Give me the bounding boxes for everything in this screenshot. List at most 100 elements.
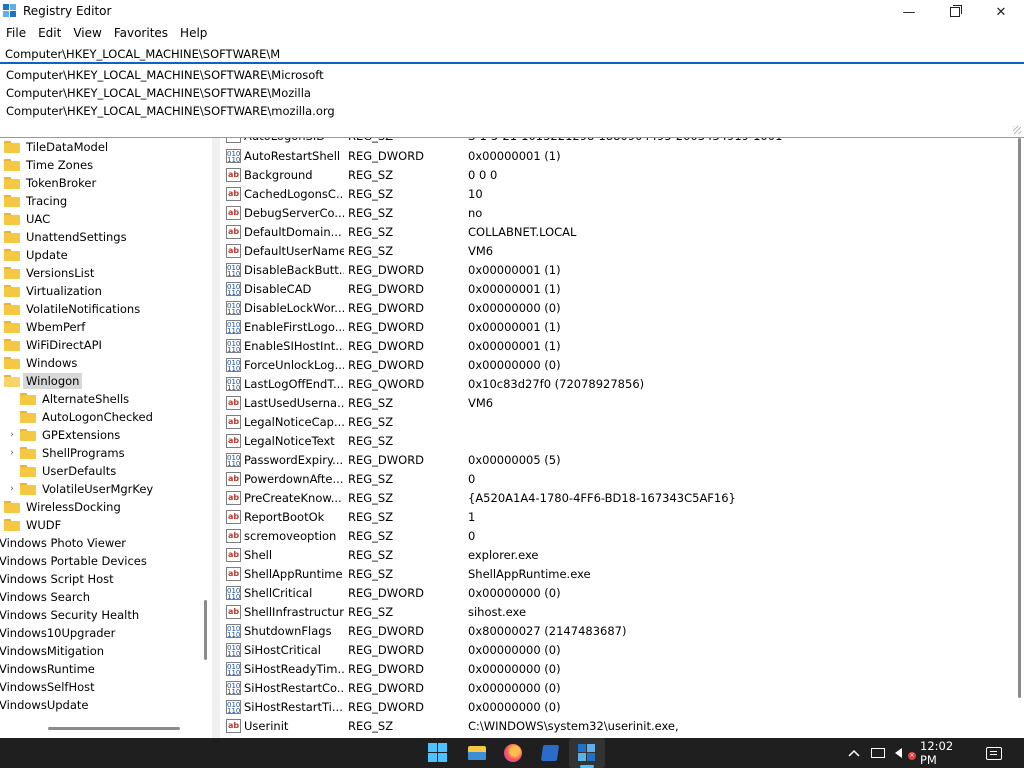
tree-item[interactable]: WiFiDirectAPI	[4, 336, 105, 354]
value-row[interactable]: abAutoLogonSID REG_SZ S-1-5-21-1013221298-…	[220, 138, 1010, 146]
value-row[interactable]: ab LastUsedUserna... REG_SZ VM6	[220, 394, 1010, 413]
menu-favorites[interactable]: Favorites	[108, 24, 174, 42]
binary-value-icon: 010 110	[226, 643, 241, 657]
registry-editor-taskbar-icon[interactable]	[577, 743, 597, 763]
tree-item[interactable]: › ShellPrograms	[8, 444, 128, 462]
value-row[interactable]: ab LegalNoticeCap... REG_SZ	[220, 413, 1010, 432]
menu-help[interactable]: Help	[174, 24, 213, 42]
value-row[interactable]: 010 110 SiHostRestartCo... REG_DWORD 0x0000…	[220, 679, 1010, 698]
tree-horizontal-scrollbar[interactable]	[48, 727, 180, 730]
value-row[interactable]: 010 110 AutoRestartShell REG_DWORD 0x000000…	[220, 147, 1010, 166]
tree-item[interactable]: VolatileNotifications	[4, 300, 143, 318]
tree-item[interactable]: VindowsMitigation	[0, 642, 107, 660]
tree-item[interactable]: UserDefaults	[8, 462, 119, 480]
firefox-icon[interactable]	[503, 743, 523, 763]
value-row[interactable]: ab DebugServerCo... REG_SZ no	[220, 204, 1010, 223]
value-row[interactable]: ab DefaultUserName REG_SZ VM6	[220, 242, 1010, 261]
menu-edit[interactable]: Edit	[32, 24, 67, 42]
value-row[interactable]: ab DefaultDomain... REG_SZ COLLABNET.LOCAL	[220, 223, 1010, 242]
value-row[interactable]: ab Userinit REG_SZ C:\WINDOWS\system32\user…	[220, 717, 1010, 736]
tree-item[interactable]: TileDataModel	[4, 138, 111, 156]
value-data: 0x00000001 (1)	[468, 339, 561, 353]
tree-item[interactable]: AutoLogonChecked	[8, 408, 156, 426]
value-row[interactable]: ab Shell REG_SZ explorer.exe	[220, 546, 1010, 565]
taskbar-clock[interactable]: 12:02 PM	[920, 738, 972, 768]
value-row[interactable]: 010 110 PasswordExpiry... REG_DWORD 0x00000…	[220, 451, 1010, 470]
powershell-icon[interactable]	[540, 743, 560, 763]
tree-item[interactable]: Vindows Portable Devices	[0, 552, 150, 570]
value-type: REG_DWORD	[348, 662, 425, 676]
menu-file[interactable]: File	[0, 24, 32, 42]
address-bar	[0, 43, 1024, 64]
value-row[interactable]: 010 110 DisableCAD REG_DWORD 0x00000001 (1)	[220, 280, 1010, 299]
value-row[interactable]: 010 110 EnableSIHostInt... REG_DWORD 0x0000…	[220, 337, 1010, 356]
expand-chevron-icon[interactable]: ›	[8, 430, 16, 440]
value-row[interactable]: ab Background REG_SZ 0 0 0	[220, 166, 1010, 185]
tree-item[interactable]: Vindows Security Health	[0, 606, 142, 624]
value-row[interactable]: ab ShellInfrastructure REG_SZ sihost.exe	[220, 603, 1010, 622]
expand-chevron-icon[interactable]: ›	[8, 448, 16, 458]
tree-item[interactable]: WbemPerf	[4, 318, 88, 336]
tree-item[interactable]: Vindows10Upgrader	[0, 624, 118, 642]
menu-view[interactable]: View	[67, 24, 107, 42]
tree-item[interactable]: VindowsUpdate	[0, 696, 91, 714]
tree-item[interactable]: UnattendSettings	[4, 228, 130, 246]
value-row[interactable]: ab ShellAppRuntime REG_SZ ShellAppRuntime.e…	[220, 565, 1010, 584]
value-row[interactable]: ab PreCreateKnow... REG_SZ {A520A1A4-1780-4…	[220, 489, 1010, 508]
autocomplete-item-mozilla[interactable]: Computer\HKEY_LOCAL_MACHINE\SOFTWARE\Moz…	[6, 84, 311, 102]
value-row[interactable]: 010 110 ShellCritical REG_DWORD 0x00000000 …	[220, 584, 1010, 603]
value-row[interactable]: ab PowerdownAfte... REG_SZ 0	[220, 470, 1010, 489]
tree-vertical-scrollbar[interactable]	[204, 600, 207, 660]
binary-value-icon: 010 110	[226, 662, 241, 676]
tree-item[interactable]: VindowsRuntime	[0, 660, 98, 678]
value-row[interactable]: ab ReportBootOk REG_SZ 1	[220, 508, 1010, 527]
value-row[interactable]: 010 110 SiHostRestartTi... REG_DWORD 0x0000…	[220, 698, 1010, 717]
value-row[interactable]: 010 110 LastLogOffEndT... REG_QWORD 0x10c83…	[220, 375, 1010, 394]
tree-item[interactable]: AlternateShells	[8, 390, 132, 408]
value-row[interactable]: ab LegalNoticeText REG_SZ	[220, 432, 1010, 451]
tree-item[interactable]: VersionsList	[4, 264, 97, 282]
tree-item[interactable]: TokenBroker	[4, 174, 99, 192]
value-row[interactable]: ab scremoveoption REG_SZ 0	[220, 527, 1010, 546]
tray-overflow-chevron-icon[interactable]	[848, 738, 862, 768]
value-row[interactable]: 010 110 SiHostCritical REG_DWORD 0x00000000…	[220, 641, 1010, 660]
autocomplete-item-mozilla-org[interactable]: Computer\HKEY_LOCAL_MACHINE\SOFTWARE\moz…	[6, 102, 335, 120]
pane-splitter[interactable]	[212, 138, 220, 738]
value-row[interactable]: 010 110 DisableBackButt... REG_DWORD 0x0000…	[220, 261, 1010, 280]
tree-item[interactable]: UAC	[4, 210, 53, 228]
close-button[interactable]: ✕	[978, 0, 1024, 24]
tree-item-label: Update	[26, 248, 68, 262]
value-row[interactable]: 010 110 EnableFirstLogo... REG_DWORD 0x0000…	[220, 318, 1010, 337]
resize-grip-icon[interactable]	[1013, 126, 1021, 134]
tree-item[interactable]: Windows	[4, 354, 80, 372]
autocomplete-item-microsoft[interactable]: Computer\HKEY_LOCAL_MACHINE\SOFTWARE\Mic…	[6, 66, 324, 84]
tree-item[interactable]: WUDF	[4, 516, 64, 534]
tree-item[interactable]: Update	[4, 246, 71, 264]
tree-item[interactable]: Winlogon	[4, 372, 83, 390]
address-input[interactable]	[5, 45, 1005, 62]
value-row[interactable]: 010 110 ShutdownFlags REG_DWORD 0x80000027 …	[220, 622, 1010, 641]
tree-item[interactable]: WirelessDocking	[4, 498, 124, 516]
tree-item[interactable]: Vindows Photo Viewer	[0, 534, 129, 552]
notification-center-icon[interactable]	[986, 738, 1006, 768]
tree-item[interactable]: Vindows Search	[0, 588, 93, 606]
tree-item[interactable]: › GPExtensions	[8, 426, 123, 444]
minimize-button[interactable]: —	[886, 0, 932, 24]
tree-item[interactable]: Vindows Script Host	[0, 570, 117, 588]
tree-item[interactable]: Virtualization	[4, 282, 105, 300]
network-icon[interactable]	[871, 738, 889, 768]
tree-item[interactable]: Time Zones	[4, 156, 96, 174]
value-row[interactable]: 010 110 SiHostReadyTim... REG_DWORD 0x00000…	[220, 660, 1010, 679]
file-explorer-icon[interactable]	[467, 743, 487, 763]
tree-item[interactable]: Tracing	[4, 192, 70, 210]
start-icon[interactable]	[428, 743, 448, 763]
value-row[interactable]: 010 110 ForceUnlockLog... REG_DWORD 0x00000…	[220, 356, 1010, 375]
tree-item[interactable]: VindowsSelfHost	[0, 678, 98, 696]
tree-item[interactable]: › VolatileUserMgrKey	[8, 480, 156, 498]
expand-chevron-icon[interactable]: ›	[8, 484, 16, 494]
value-row[interactable]: ab CachedLogonsC... REG_SZ 10	[220, 185, 1010, 204]
values-vertical-scrollbar[interactable]	[1018, 138, 1021, 698]
value-row[interactable]: 010 110 DisableLockWor... REG_DWORD 0x00000…	[220, 299, 1010, 318]
maximize-button[interactable]	[932, 0, 978, 24]
tree-item-label: Tracing	[26, 194, 68, 208]
